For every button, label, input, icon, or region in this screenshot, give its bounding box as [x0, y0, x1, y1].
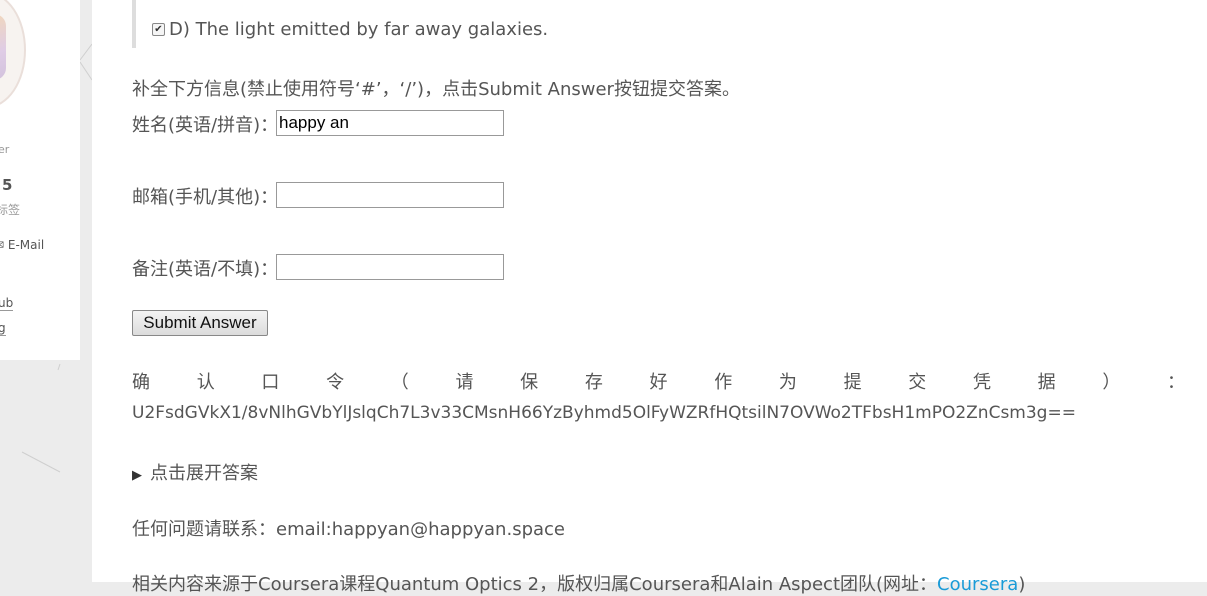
- confirm-label-char: （: [390, 372, 409, 393]
- disclosure-triangle-icon: ▶: [132, 468, 142, 483]
- sidebar-role-text: er: [0, 143, 10, 156]
- confirm-label-char: 为: [778, 372, 797, 393]
- name-input[interactable]: [276, 110, 504, 136]
- confirm-label-char: 请: [455, 372, 474, 393]
- confirm-label-char: 存: [584, 372, 603, 393]
- option-d-checkbox[interactable]: ✔: [152, 23, 165, 36]
- avatar: [0, 0, 26, 108]
- tags-label[interactable]: 标签: [0, 201, 20, 218]
- confirm-label-char: 凭: [972, 372, 991, 393]
- confirm-label-char: 认: [196, 372, 215, 393]
- footer-source-text: 相关内容来源于Coursera课程Quantum Optics 2，版权归属Co…: [132, 570, 1025, 596]
- confirm-label-char: 交: [908, 372, 927, 393]
- note-input[interactable]: [276, 254, 504, 280]
- option-d-label: D) The light emitted by far away galaxie…: [169, 19, 549, 40]
- sidebar: er 5 标签 ✉ E-Mail ub g: [0, 0, 80, 360]
- note-label: 备注(英语/不填)：: [132, 259, 279, 280]
- submit-answer-button[interactable]: Submit Answer: [132, 310, 268, 336]
- confirm-label: 确 认 口 令 （ 请 保 存 好 作 为 提 交 凭 据 ） ：: [132, 368, 1185, 394]
- confirm-label-char: 确: [132, 372, 150, 393]
- confirm-token: U2FsdGVkX1/8vNlhGVbYlJslqCh7L3v33CMsnH66…: [132, 403, 1076, 423]
- footer-closing: ): [1018, 574, 1026, 595]
- confirm-label-char: ）: [1102, 372, 1121, 393]
- email-link-label: E-Mail: [7, 238, 45, 252]
- show-answer-toggle[interactable]: ▶ 点击展开答案: [132, 459, 258, 485]
- coursera-link[interactable]: Coursera: [937, 574, 1018, 595]
- confirm-label-char: 据: [1037, 372, 1056, 393]
- form-instructions: 补全下方信息(禁止使用符号‘#’，‘/’)，点击Submit Answer按钮提…: [132, 79, 740, 100]
- confirm-label-char: ：: [1167, 372, 1185, 393]
- email-icon: ✉: [0, 238, 4, 252]
- main-content: ✔ D) The light emitted by far away galax…: [92, 0, 1207, 595]
- contact-text: 任何问题请联系：email:happyan@happyan.space: [132, 519, 565, 540]
- email-input[interactable]: [276, 182, 504, 208]
- tags-count[interactable]: 5: [2, 176, 12, 194]
- github-link[interactable]: ub: [0, 296, 14, 311]
- footer-source-label: 相关内容来源于Coursera课程Quantum Optics 2，版权归属Co…: [132, 574, 938, 595]
- confirm-label-char: 保: [520, 372, 539, 393]
- confirm-label-char: 口: [261, 372, 280, 393]
- email-link[interactable]: ✉ E-Mail: [0, 238, 44, 252]
- confirm-label-char: 作: [714, 372, 733, 393]
- name-label: 姓名(英语/拼音)：: [132, 115, 279, 136]
- confirm-label-char: 令: [326, 372, 345, 393]
- show-answer-label: 点击展开答案: [150, 463, 258, 484]
- blockquote-border: [132, 0, 136, 48]
- confirm-label-char: 提: [843, 372, 862, 393]
- blog-link[interactable]: g: [0, 321, 6, 336]
- email-label: 邮箱(手机/其他)：: [132, 187, 279, 208]
- confirm-label-char: 好: [649, 372, 668, 393]
